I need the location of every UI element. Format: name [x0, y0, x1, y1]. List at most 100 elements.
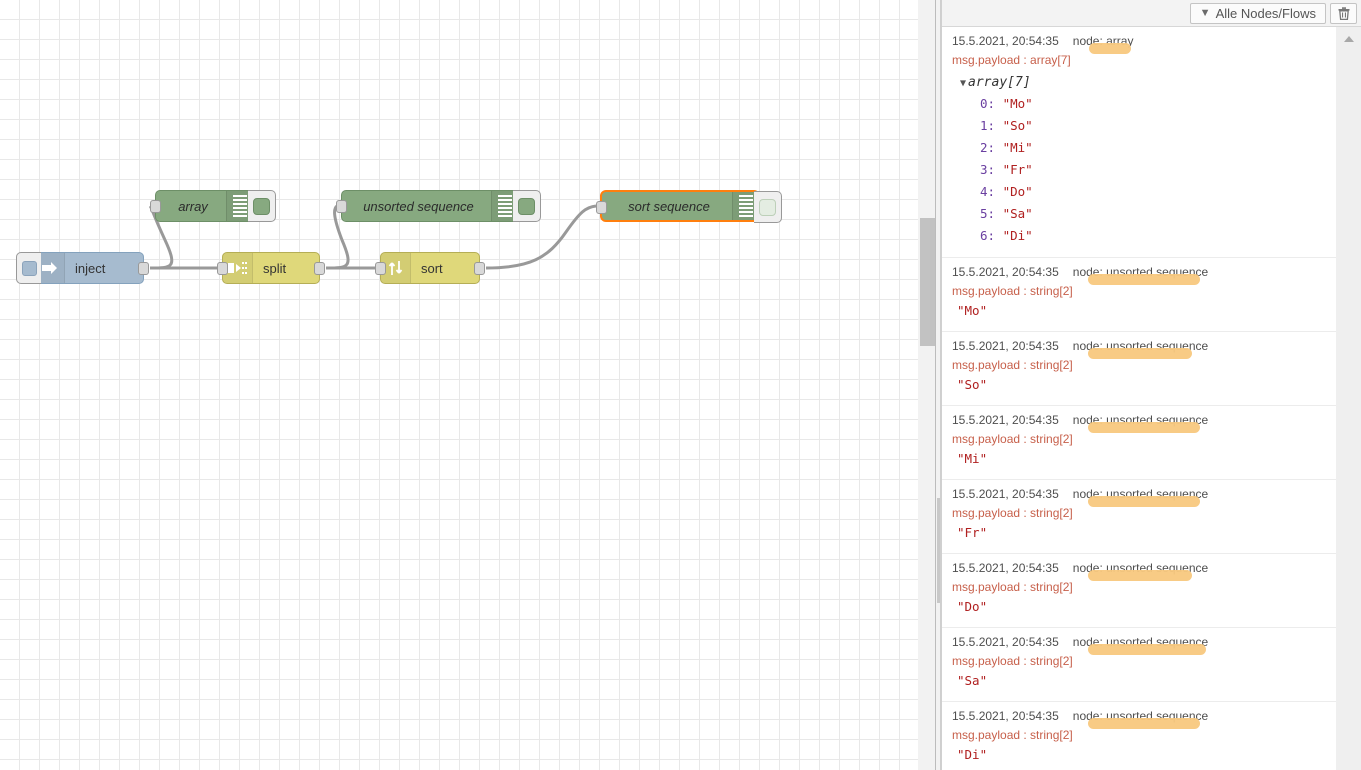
node-debug-unsorted-input-port[interactable] — [336, 200, 347, 213]
inject-trigger-button[interactable] — [16, 252, 41, 284]
highlight-annotation — [1088, 274, 1200, 285]
debug-array-item: 1: "So" — [952, 115, 1336, 137]
clear-messages-button[interactable] — [1330, 2, 1357, 24]
debug-toggle-square — [518, 197, 535, 215]
debug-message[interactable]: 15.5.2021, 20:54:35 node: unsorted sequen… — [942, 258, 1337, 332]
debug-array-item: 5: "Sa" — [952, 203, 1336, 225]
debug-message-timestamp: 15.5.2021, 20:54:35 — [952, 561, 1059, 575]
debug-array-item-index: 5: — [980, 206, 1003, 221]
canvas-vertical-scrollbar-thumb[interactable] — [920, 218, 935, 346]
node-debug-unsorted-sequence[interactable]: unsorted sequence — [336, 190, 541, 222]
debug-array-item-index: 1: — [980, 118, 1003, 133]
node-sort-output-port[interactable] — [474, 262, 485, 275]
debug-array-item-index: 2: — [980, 140, 1003, 155]
node-split-output-port[interactable] — [314, 262, 325, 275]
filter-nodes-button[interactable]: ▼ Alle Nodes/Flows — [1189, 2, 1326, 24]
debug-array-item-index: 4: — [980, 184, 1003, 199]
debug-array-item-value: "Di" — [1002, 228, 1033, 243]
debug-message-timestamp: 15.5.2021, 20:54:35 — [952, 487, 1059, 501]
node-sort-input-port[interactable] — [375, 262, 386, 275]
debug-array-item: 0: "Mo" — [952, 93, 1336, 115]
debug-message[interactable]: 15.5.2021, 20:54:35 node: unsorted sequen… — [942, 406, 1337, 480]
node-split-input-port[interactable] — [217, 262, 228, 275]
debug-message-property: msg.payload : string[2] — [952, 284, 1073, 298]
node-debug-unsorted-label: unsorted sequence — [363, 198, 474, 214]
debug-array-item-value: "Sa" — [1002, 206, 1033, 221]
node-sort[interactable]: sort — [375, 252, 485, 284]
debug-message-timestamp: 15.5.2021, 20:54:35 — [952, 339, 1059, 353]
debug-message-property: msg.payload : string[2] — [952, 432, 1073, 446]
node-debug-array[interactable]: array — [150, 190, 276, 222]
trash-icon — [1338, 6, 1349, 20]
debug-sidebar-body: 15.5.2021, 20:54:35 node: array msg.payloa… — [942, 27, 1361, 770]
debug-array-item-index: 0: — [980, 96, 1003, 111]
node-debug-sort-sequence[interactable]: sort sequence — [596, 190, 782, 223]
debug-array-root-label: array[7] — [968, 75, 1031, 90]
debug-sidebar-scrollbar[interactable] — [1336, 27, 1361, 770]
debug-sidebar: ▼ Alle Nodes/Flows 15.5.2021, 20:54:35 no… — [941, 0, 1361, 770]
debug-message[interactable]: 15.5.2021, 20:54:35 node: unsorted sequen… — [942, 332, 1337, 406]
debug-message[interactable]: 15.5.2021, 20:54:35 node: unsorted sequen… — [942, 480, 1337, 554]
debug-toggle-sortseq[interactable] — [754, 191, 782, 223]
node-debug-array-label: array — [178, 198, 208, 214]
debug-message[interactable]: 15.5.2021, 20:54:35 node: unsorted sequen… — [942, 554, 1337, 628]
debug-message-property: msg.payload : array[7] — [952, 53, 1071, 67]
debug-message-value: "So" — [957, 377, 988, 392]
debug-array-root[interactable]: ▼ array[7] — [952, 73, 1336, 93]
node-inject-output-port[interactable] — [138, 262, 149, 275]
debug-message-property: msg.payload : string[2] — [952, 654, 1073, 668]
debug-message-list[interactable]: 15.5.2021, 20:54:35 node: array msg.payloa… — [942, 27, 1337, 770]
funnel-icon: ▼ — [1199, 7, 1211, 19]
node-red-editor: inject split sort array unsorted sequenc… — [0, 0, 1361, 770]
scroll-up-arrow-icon[interactable] — [1343, 36, 1354, 42]
debug-toggle-square — [759, 198, 776, 216]
node-split-label: split — [263, 260, 287, 276]
debug-message-timestamp: 15.5.2021, 20:54:35 — [952, 709, 1059, 723]
node-inject-label: inject — [75, 260, 106, 276]
debug-sidebar-toolbar: ▼ Alle Nodes/Flows — [942, 0, 1361, 27]
debug-array-item: 6: "Di" — [952, 225, 1336, 247]
chevron-down-icon[interactable]: ▼ — [960, 78, 966, 89]
debug-message-timestamp: 15.5.2021, 20:54:35 — [952, 413, 1059, 427]
node-inject[interactable]: inject — [16, 252, 149, 284]
debug-message-property: msg.payload : string[2] — [952, 580, 1073, 594]
debug-message-value: "Do" — [957, 599, 988, 614]
highlight-annotation — [1088, 422, 1200, 433]
debug-message-value: "Mo" — [957, 303, 988, 318]
debug-message-value: "Di" — [957, 747, 988, 762]
debug-message[interactable]: 15.5.2021, 20:54:35 node: array msg.payloa… — [942, 27, 1337, 258]
node-sort-label: sort — [421, 260, 443, 276]
canvas-vertical-scrollbar-track[interactable] — [918, 0, 940, 770]
debug-array-item: 2: "Mi" — [952, 137, 1336, 159]
debug-toggle-array[interactable] — [248, 190, 276, 222]
debug-message[interactable]: 15.5.2021, 20:54:35 node: unsorted sequen… — [942, 628, 1337, 702]
debug-message-timestamp: 15.5.2021, 20:54:35 — [952, 635, 1059, 649]
panel-divider[interactable] — [935, 0, 936, 770]
debug-message-property: msg.payload : string[2] — [952, 728, 1073, 742]
debug-message-value: "Mi" — [957, 451, 988, 466]
debug-array-item: 3: "Fr" — [952, 159, 1336, 181]
debug-message-property: msg.payload : string[2] — [952, 506, 1073, 520]
flow-canvas[interactable]: inject split sort array unsorted sequenc… — [0, 0, 918, 770]
debug-message-property: msg.payload : string[2] — [952, 358, 1073, 372]
debug-toggle-unsorted[interactable] — [513, 190, 541, 222]
debug-message[interactable]: 15.5.2021, 20:54:35 node: unsorted sequen… — [942, 702, 1336, 770]
highlight-annotation — [1088, 496, 1200, 507]
debug-array-item-index: 6: — [980, 228, 1003, 243]
filter-nodes-label: Alle Nodes/Flows — [1215, 5, 1316, 21]
debug-array-item-value: "So" — [1002, 118, 1033, 133]
debug-message-value: "Sa" — [957, 673, 988, 688]
highlight-annotation — [1088, 644, 1206, 655]
node-debug-sortseq-input-port[interactable] — [596, 201, 607, 214]
debug-array-item-index: 3: — [980, 162, 1003, 177]
highlight-annotation — [1088, 718, 1200, 729]
debug-toggle-square — [253, 197, 270, 215]
debug-message-value: "Fr" — [957, 525, 988, 540]
node-split[interactable]: split — [217, 252, 325, 284]
wire-layer — [148, 204, 597, 270]
highlight-annotation — [1088, 348, 1192, 359]
inject-trigger-square — [21, 260, 37, 276]
highlight-annotation — [1088, 570, 1192, 581]
debug-array-item: 4: "Do" — [952, 181, 1336, 203]
node-debug-array-input-port[interactable] — [150, 200, 161, 213]
